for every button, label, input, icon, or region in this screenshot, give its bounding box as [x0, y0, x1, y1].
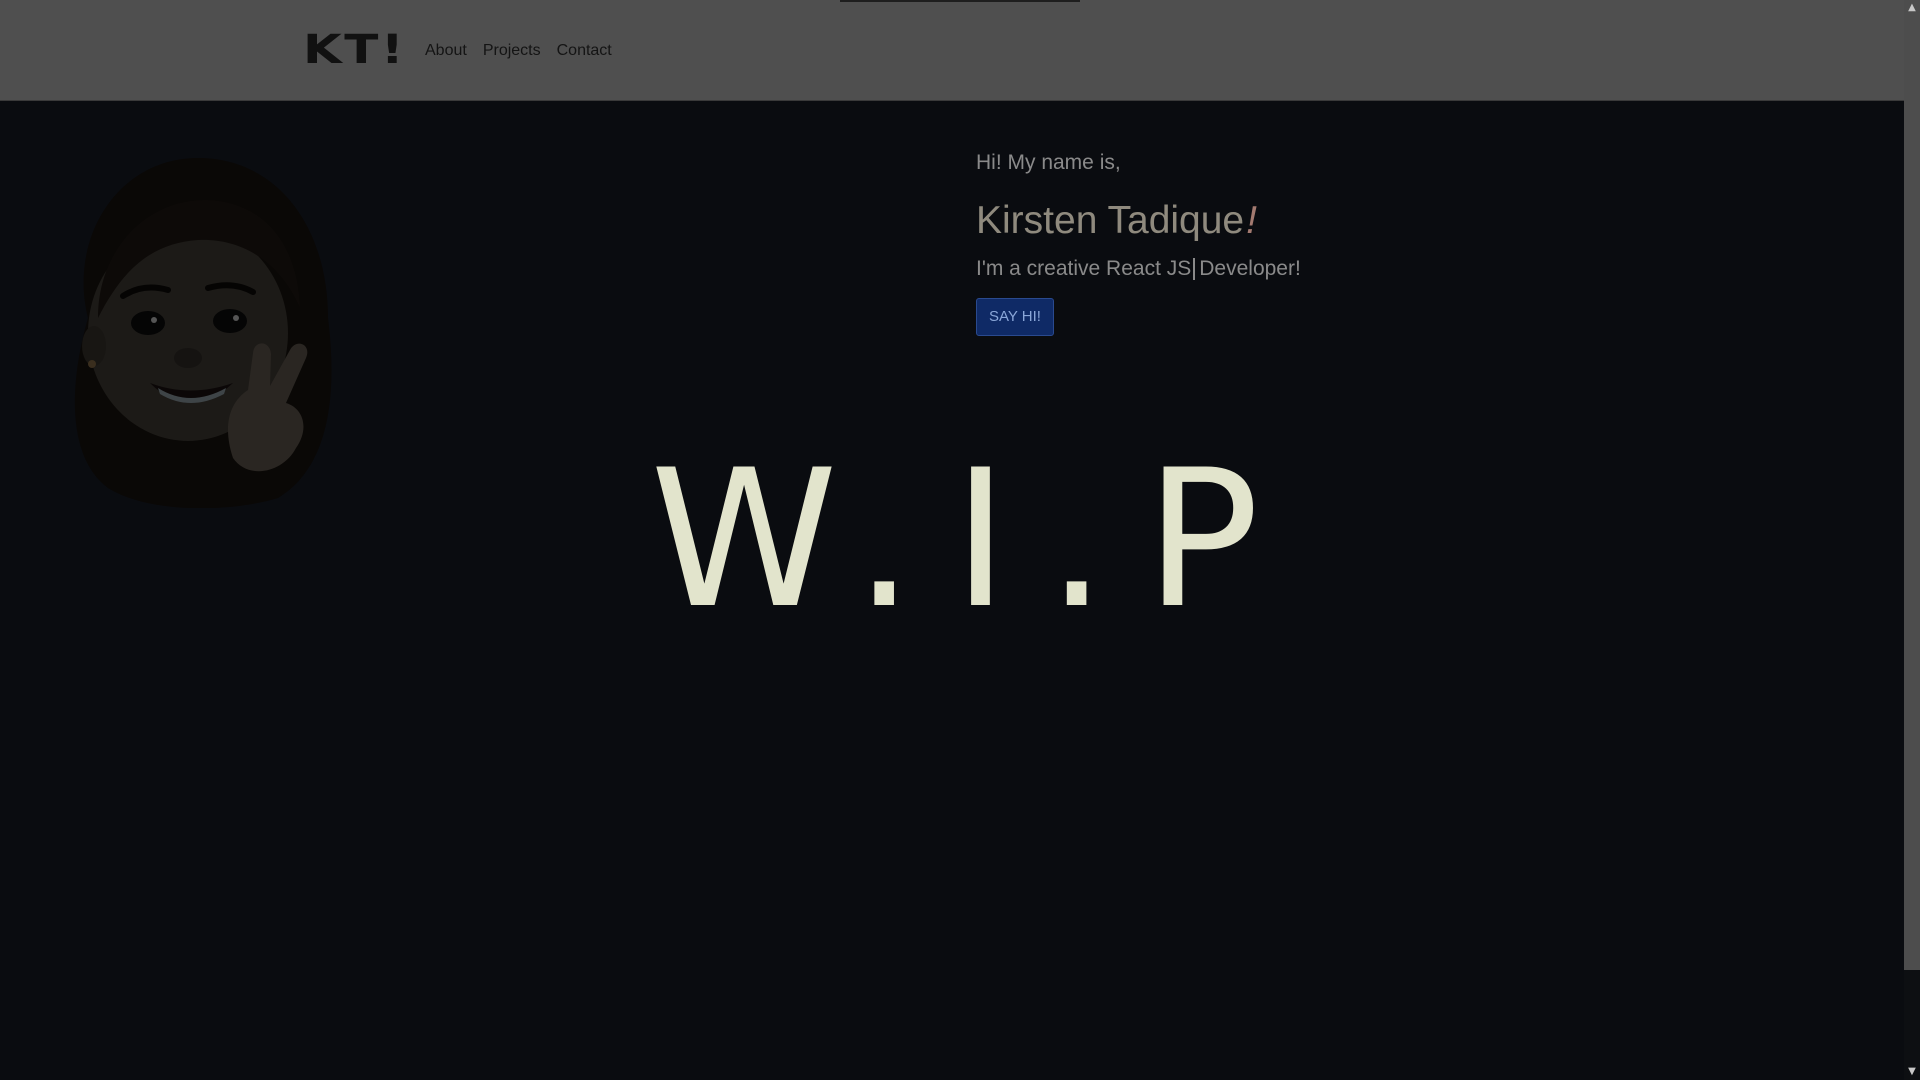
chevron-down-icon[interactable]: ▼: [1904, 1064, 1920, 1080]
chevron-up-icon[interactable]: ▲: [1904, 0, 1920, 16]
scrollbar[interactable]: ▲ ▼: [1904, 0, 1920, 1080]
hero-name-exclamation: !: [1246, 199, 1257, 242]
navbar: KT! About Projects Contact: [0, 0, 1904, 101]
hero-tagline: I'm a creative React JS Developer!: [976, 254, 1676, 284]
scroll-thumb[interactable]: [1906, 18, 1918, 968]
nav-link-projects[interactable]: Projects: [483, 41, 541, 61]
tagline-prefix: I'm a creative React JS: [976, 257, 1192, 280]
nav-link-about[interactable]: About: [425, 41, 467, 61]
nav-top-indicator: [840, 0, 1080, 2]
typing-cursor: [1193, 258, 1196, 280]
nav-link-contact[interactable]: Contact: [557, 41, 612, 61]
nav-links: About Projects Contact: [425, 41, 612, 61]
wip-banner: W.I.P: [650, 429, 1298, 650]
hero-name-text: Kirsten Tadique: [976, 199, 1245, 242]
hero: Hi! My name is, Kirsten Tadique ! I'm a …: [976, 148, 1676, 336]
page: KT! About Projects Contact Hi! My name i…: [0, 0, 1920, 1080]
avatar: [74, 158, 332, 508]
hero-greeting: Hi! My name is,: [976, 151, 1121, 174]
brand-logo[interactable]: KT!: [303, 30, 406, 70]
tagline-suffix: Developer!: [1199, 257, 1301, 280]
say-hi-button[interactable]: SAY HI!: [976, 298, 1054, 336]
hero-name: Kirsten Tadique !: [976, 198, 1676, 244]
